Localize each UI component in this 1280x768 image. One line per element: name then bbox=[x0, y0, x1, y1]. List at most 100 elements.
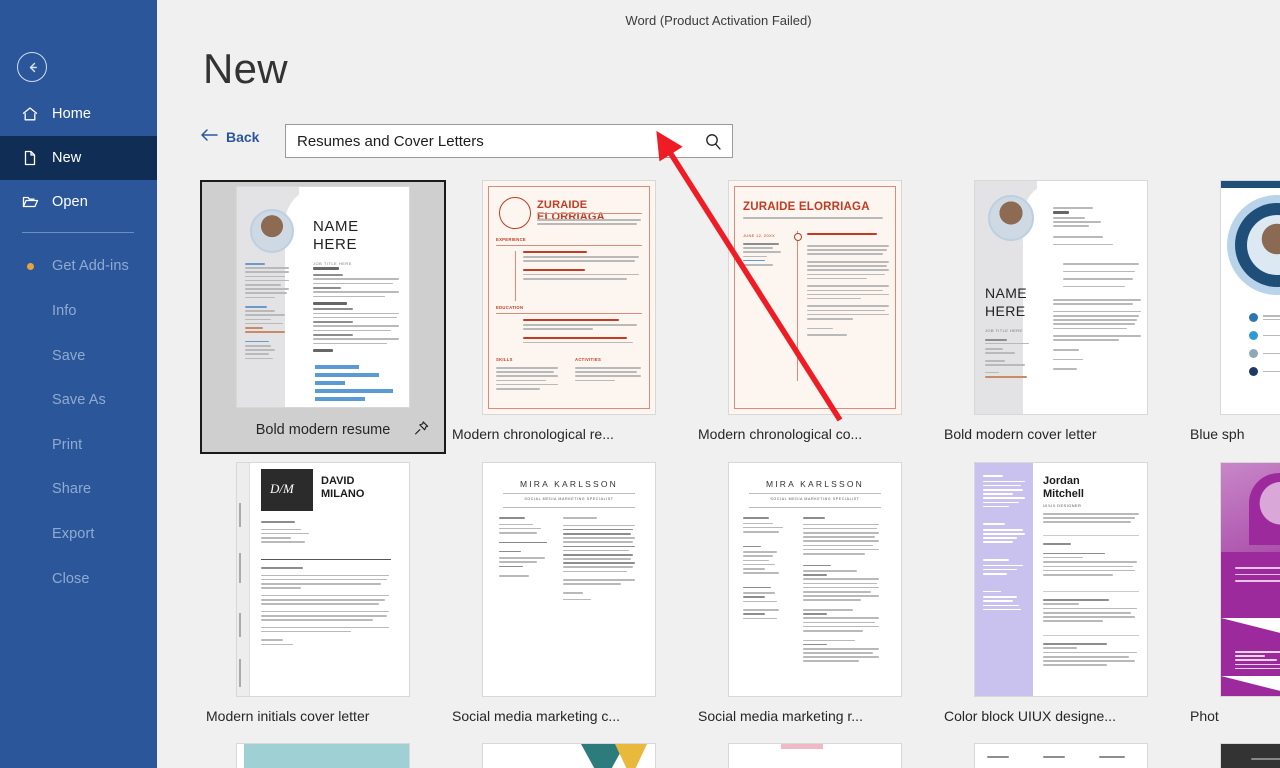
sidebar-item-label: Info bbox=[52, 303, 77, 319]
page-title: New bbox=[203, 45, 288, 92]
template-row bbox=[200, 743, 1280, 768]
orange-dot-icon bbox=[10, 262, 50, 270]
thumb-section-label: EDUCATION bbox=[496, 305, 524, 310]
template-card-label: Blue sph bbox=[1190, 426, 1245, 442]
template-card-color-block-uiux-designer[interactable]: Jordan Mitchell UI/UX DESIGNER Color blo… bbox=[938, 462, 1184, 735]
thumb-name-line1: Jordan bbox=[1043, 475, 1080, 487]
sidebar-item-info[interactable]: Info bbox=[0, 289, 157, 333]
thumb-name-line1: DAVID bbox=[321, 475, 355, 487]
template-thumbnail: Jordan Mitchell UI/UX DESIGNER bbox=[974, 462, 1148, 697]
sidebar-item-save-as[interactable]: Save As bbox=[0, 378, 157, 422]
template-card-bold-modern-resume[interactable]: NAME HERE JOB TITLE HERE Bold modern res… bbox=[200, 180, 446, 454]
sidebar-item-close[interactable]: Close bbox=[0, 557, 157, 601]
template-card-caption: Blue sph bbox=[1184, 415, 1280, 453]
template-thumbnail: CONTACT New York City, NY bbox=[1220, 462, 1280, 697]
template-card-label: Bold modern cover letter bbox=[944, 426, 1097, 442]
sidebar-item-new[interactable]: New bbox=[0, 136, 157, 180]
template-grid: NAME HERE JOB TITLE HERE Bold modern res… bbox=[200, 180, 1280, 768]
arrow-left-icon bbox=[200, 128, 219, 145]
template-card-label: Social media marketing c... bbox=[452, 708, 621, 724]
thumb-name-line2: MILANO bbox=[321, 488, 365, 500]
pin-icon[interactable] bbox=[413, 420, 430, 441]
template-thumbnail: NAME HERE JOB TITLE HERE bbox=[236, 186, 410, 408]
template-thumbnail-wrap bbox=[938, 743, 1184, 768]
template-thumbnail: D/M DAVID MILANO bbox=[236, 462, 410, 697]
template-row: D/M DAVID MILANO Modern initials cover l… bbox=[200, 462, 1280, 735]
sidebar-item-label: Share bbox=[52, 481, 92, 497]
template-thumbnail-wrap bbox=[692, 743, 938, 768]
sidebar-item-get-add-ins[interactable]: Get Add-ins bbox=[0, 244, 157, 288]
template-card-caption: Social media marketing c... bbox=[446, 697, 692, 735]
back-arrow-circle-icon[interactable] bbox=[17, 52, 47, 82]
template-card-label: Modern initials cover letter bbox=[206, 708, 370, 724]
sidebar-item-print[interactable]: Print bbox=[0, 423, 157, 467]
template-card-blue-sphere[interactable]: Blue sph bbox=[1184, 180, 1280, 454]
template-thumbnail: ZURAIDE ELORRIAGA EXPERIENCE EDUCATION S… bbox=[482, 180, 656, 415]
sidebar-item-label: Save As bbox=[52, 392, 106, 408]
template-card-modern-chronological-resume[interactable]: ZURAIDE ELORRIAGA EXPERIENCE EDUCATION S… bbox=[446, 180, 692, 454]
template-card-caption: Color block UIUX designe... bbox=[938, 697, 1184, 735]
template-thumbnail-wrap: ZURAIDE ELORRIAGA EXPERIENCE EDUCATION S… bbox=[446, 180, 692, 415]
sidebar-item-export[interactable]: Export bbox=[0, 512, 157, 556]
sidebar-item-label: Get Add-ins bbox=[52, 258, 129, 274]
sidebar-item-save[interactable]: Save bbox=[0, 334, 157, 378]
template-card-social-media-marketing-cover-letter[interactable]: MIRA KARLSSON SOCIAL MEDIA MARKETING SPE… bbox=[446, 462, 692, 735]
template-row: NAME HERE JOB TITLE HERE Bold modern res… bbox=[200, 180, 1280, 454]
sidebar-item-share[interactable]: Share bbox=[0, 467, 157, 511]
template-thumbnail-wrap: MIRA KARLSSON SOCIAL MEDIA MARKETING SPE… bbox=[446, 462, 692, 697]
thumb-monogram: D/M bbox=[270, 481, 294, 496]
template-thumbnail-wrap: NAME HERE JOB TITLE HERE bbox=[202, 182, 444, 412]
thumb-subtitle: JOB TITLE HERE bbox=[985, 328, 1023, 333]
template-card-caption: Social media marketing r... bbox=[692, 697, 938, 735]
template-card-label: Color block UIUX designe... bbox=[944, 708, 1116, 724]
template-card-label: Modern chronological co... bbox=[698, 426, 863, 442]
template-thumbnail-wrap bbox=[1184, 180, 1280, 415]
template-card-modern-initials-cover-letter[interactable]: D/M DAVID MILANO Modern initials cover l… bbox=[200, 462, 446, 735]
template-thumbnail: MIRA KARLSSON SOCIAL MEDIA MARKETING SPE… bbox=[482, 462, 656, 697]
template-card-modern-chronological-cover-letter[interactable]: ZURAIDE ELORRIAGA JUNE 12, 20XX Modern c… bbox=[692, 180, 938, 454]
window-title: Word (Product Activation Failed) bbox=[625, 12, 812, 28]
template-thumbnail bbox=[1220, 180, 1280, 415]
thumb-doc-name: MIRA KARLSSON bbox=[765, 479, 865, 489]
sidebar-item-label: Open bbox=[52, 194, 88, 210]
template-card-chevron-partial[interactable] bbox=[446, 743, 692, 768]
search-input[interactable] bbox=[286, 125, 694, 157]
template-card-caption: Bold modern resume bbox=[202, 412, 444, 448]
template-thumbnail: ZURAIDE ELORRIAGA JUNE 12, 20XX bbox=[728, 180, 902, 415]
sidebar-divider bbox=[22, 232, 134, 233]
template-card-teal-partial[interactable] bbox=[200, 743, 446, 768]
template-card-label: Social media marketing r... bbox=[698, 708, 863, 724]
template-card-social-media-marketing-resume[interactable]: MIRA KARLSSON SOCIAL MEDIA MARKETING SPE… bbox=[692, 462, 938, 735]
template-card-pink-partial[interactable] bbox=[692, 743, 938, 768]
template-card-table-partial[interactable] bbox=[938, 743, 1184, 768]
template-thumbnail-wrap: D/M DAVID MILANO bbox=[200, 462, 446, 697]
thumb-doc-name: MIRA KARLSSON bbox=[519, 479, 619, 489]
sidebar-item-home[interactable]: Home bbox=[0, 92, 157, 136]
thumb-doc-subtitle: SOCIAL MEDIA MARKETING SPECIALIST bbox=[524, 497, 614, 501]
new-document-icon bbox=[10, 149, 50, 167]
sidebar-item-open[interactable]: Open bbox=[0, 180, 157, 224]
thumb-section-label: ACTIVITIES bbox=[575, 357, 602, 362]
thumb-doc-subtitle: UI/UX DESIGNER bbox=[1043, 503, 1082, 508]
template-thumbnail-wrap: MIRA KARLSSON SOCIAL MEDIA MARKETING SPE… bbox=[692, 462, 938, 697]
template-thumbnail bbox=[1220, 743, 1280, 768]
sidebar-item-label: New bbox=[52, 150, 82, 166]
search-box[interactable] bbox=[285, 124, 733, 158]
template-thumbnail bbox=[482, 743, 656, 768]
sidebar-item-label: Save bbox=[52, 348, 86, 364]
thumb-name-line2: HERE bbox=[313, 236, 358, 253]
search-icon[interactable] bbox=[694, 132, 732, 151]
template-thumbnail bbox=[236, 743, 410, 768]
template-card-photo-purple[interactable]: CONTACT New York City, NY bbox=[1184, 462, 1280, 735]
template-thumbnail: MIRA KARLSSON SOCIAL MEDIA MARKETING SPE… bbox=[728, 462, 902, 697]
template-thumbnail-wrap: NAME HERE JOB TITLE HERE bbox=[938, 180, 1184, 415]
window-title-bar: Word (Product Activation Failed) bbox=[157, 0, 1280, 40]
template-thumbnail-wrap: Jordan Mitchell UI/UX DESIGNER bbox=[938, 462, 1184, 697]
template-thumbnail-wrap: CONTACT New York City, NY bbox=[1184, 462, 1280, 697]
back-button[interactable]: Back bbox=[200, 128, 259, 145]
template-card-dark-partial[interactable] bbox=[1184, 743, 1280, 768]
template-card-caption: Phot bbox=[1184, 697, 1280, 735]
thumb-section-label: EXPERIENCE bbox=[496, 237, 526, 242]
template-thumbnail bbox=[974, 743, 1148, 768]
template-card-bold-modern-cover-letter[interactable]: NAME HERE JOB TITLE HERE Bold modern cov… bbox=[938, 180, 1184, 454]
